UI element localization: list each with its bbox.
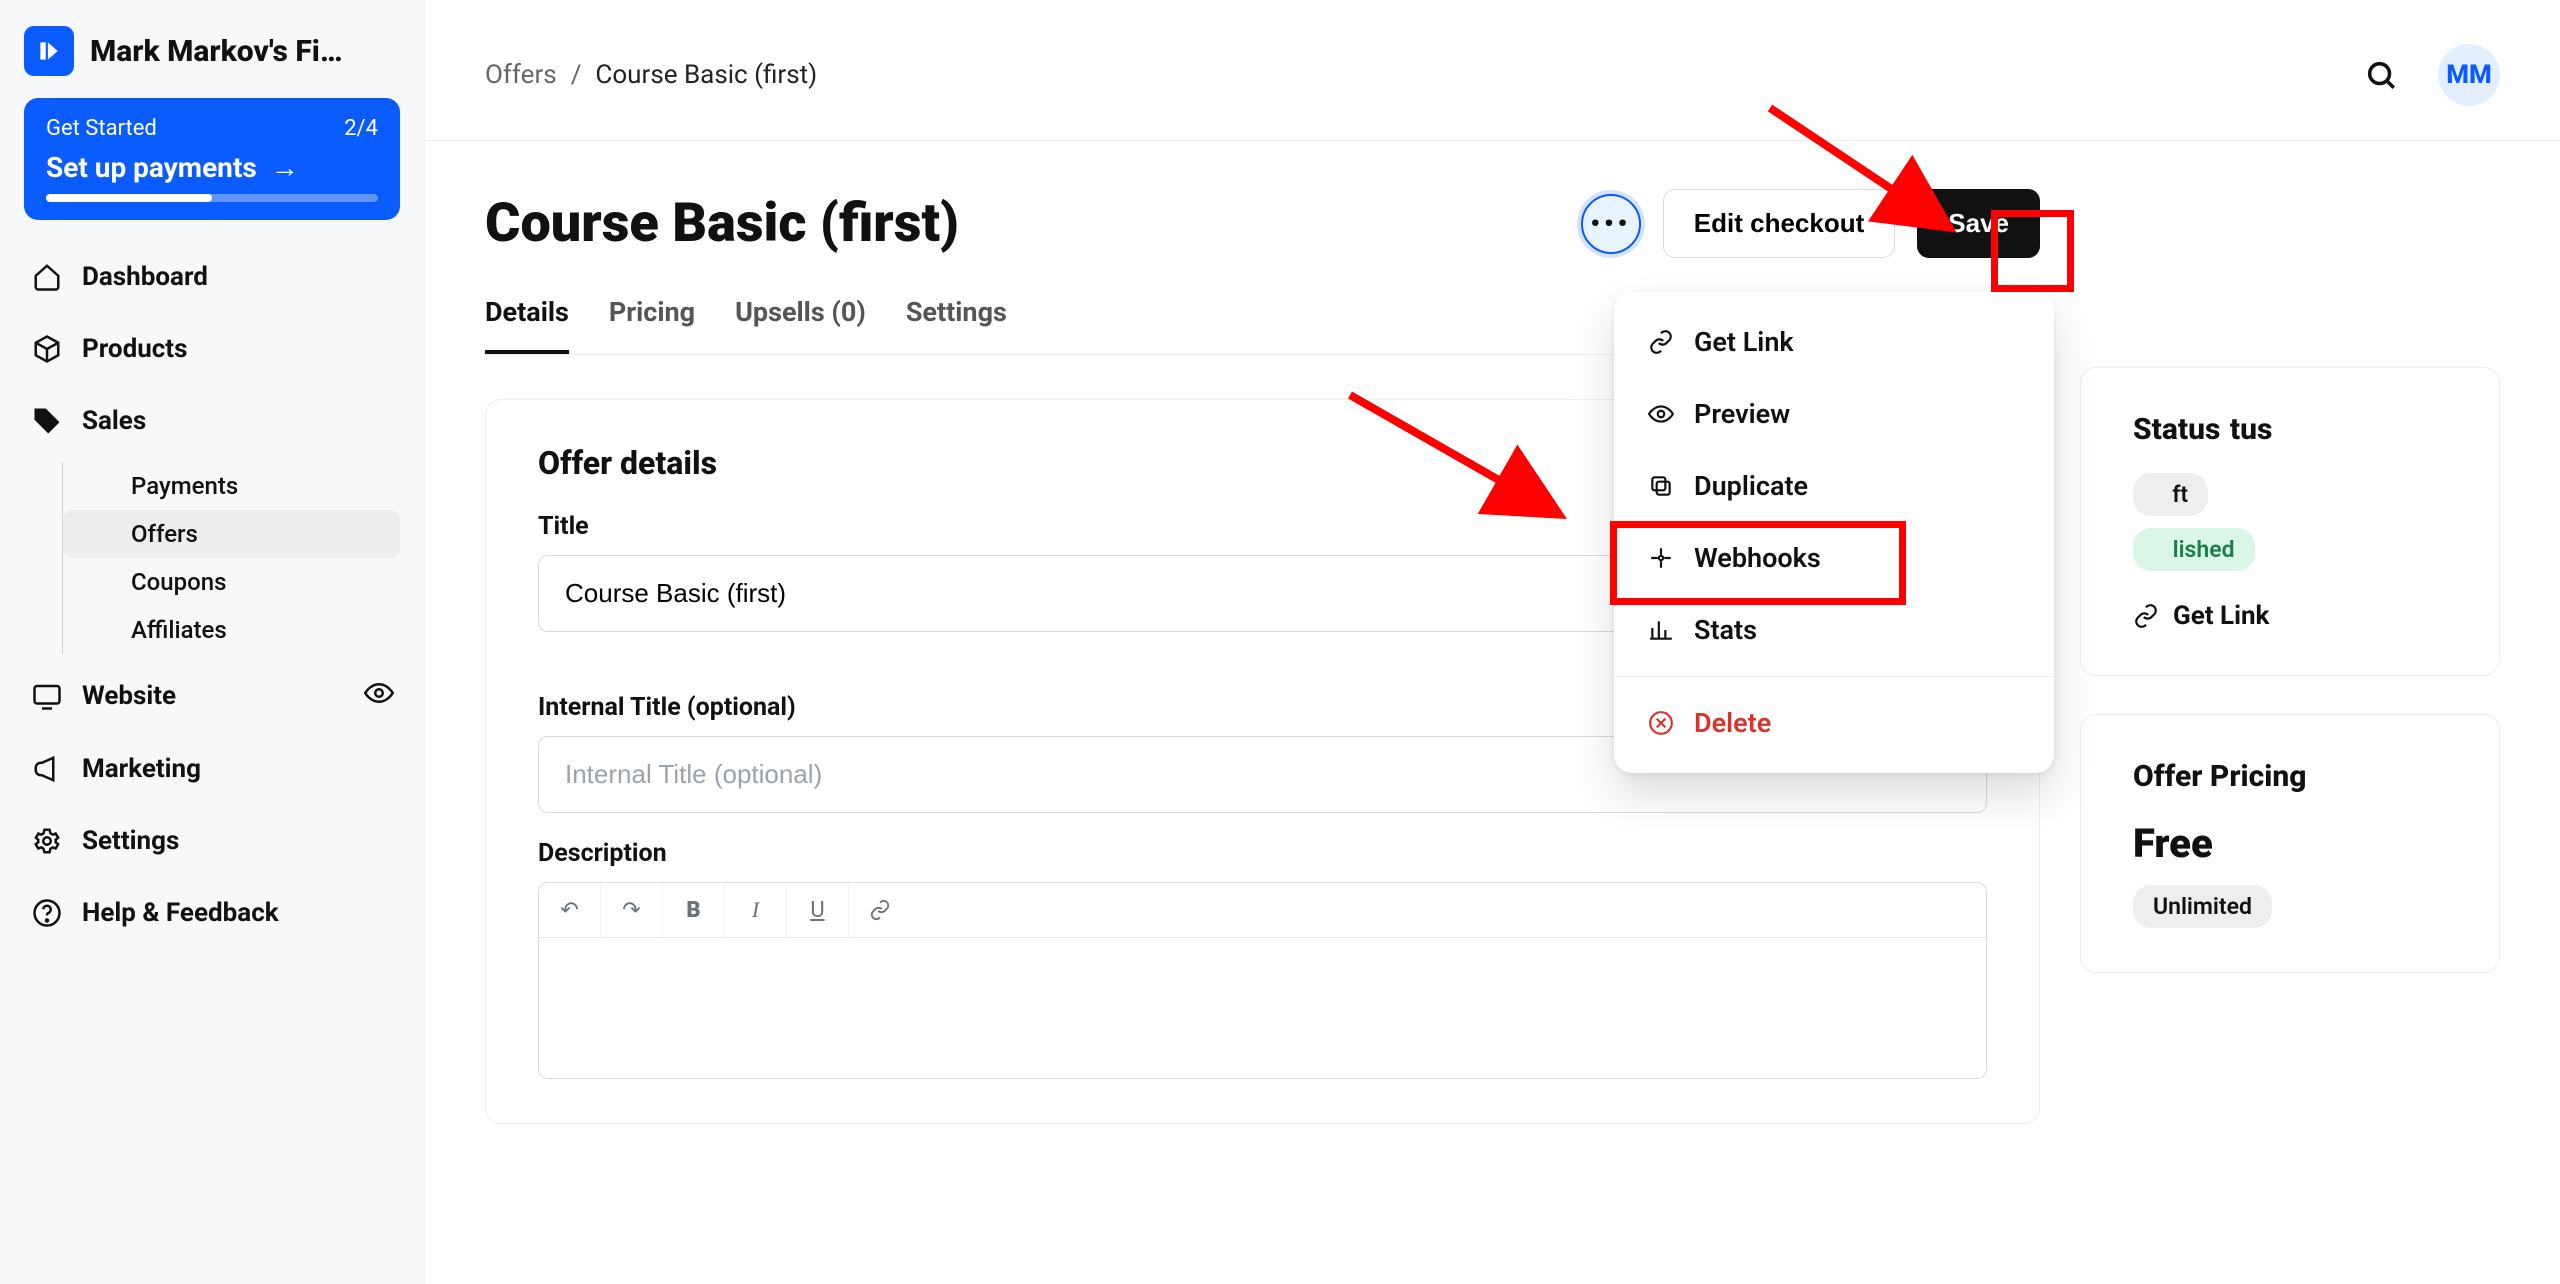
sidebar-item-website[interactable]: Website: [24, 664, 400, 728]
eye-icon: [1648, 401, 1674, 427]
menu-item-label: Webhooks: [1694, 542, 1821, 574]
onboarding-label: Get Started: [46, 116, 157, 141]
main: Offers / Course Basic (first) MM Course …: [425, 0, 2560, 1284]
tab-details[interactable]: Details: [485, 282, 569, 354]
ellipsis-icon: •••: [1590, 209, 1631, 239]
sidebar-item-marketing[interactable]: Marketing: [24, 738, 400, 800]
description-label: Description: [538, 839, 1987, 868]
description-editor: ↶ ↷ B I U: [538, 882, 1987, 1079]
tab-settings[interactable]: Settings: [906, 282, 1007, 354]
status-title: StaStatustus: [2133, 412, 2447, 447]
cube-icon: [30, 332, 64, 366]
tab-pricing[interactable]: Pricing: [609, 282, 695, 354]
menu-item-label: Delete: [1694, 707, 1771, 739]
search-button[interactable]: [2360, 54, 2402, 96]
sidebar-item-sales[interactable]: Sales: [24, 390, 400, 452]
stats-icon: [1648, 617, 1674, 643]
italic-button[interactable]: I: [725, 883, 787, 937]
sidebar-item-label: Sales: [82, 406, 146, 436]
sidebar-item-coupons[interactable]: Coupons: [63, 558, 400, 606]
delete-icon: [1648, 710, 1674, 736]
onboarding-step-title: Set up payments: [46, 151, 257, 184]
sidebar-item-products[interactable]: Products: [24, 318, 400, 380]
bold-button[interactable]: B: [663, 883, 725, 937]
webhook-icon: [1648, 545, 1674, 571]
menu-webhooks[interactable]: Webhooks: [1614, 522, 2054, 594]
workspace-name: Mark Markov's Fi…: [90, 34, 390, 69]
pricing-title: Offer Pricing: [2133, 759, 2447, 794]
menu-item-label: Preview: [1694, 398, 1790, 430]
sidebar-item-label: Marketing: [82, 754, 201, 784]
redo-button[interactable]: ↷: [601, 883, 663, 937]
breadcrumb-root[interactable]: Offers: [485, 60, 557, 90]
page-title: Course Basic (first): [485, 192, 959, 255]
undo-button[interactable]: ↶: [539, 883, 601, 937]
more-actions-button[interactable]: •••: [1581, 194, 1641, 254]
status-published-pill[interactable]: Pulished: [2133, 528, 2255, 571]
menu-delete[interactable]: Delete: [1614, 687, 2054, 759]
pricing-card: Offer Pricing Free Unlimited: [2080, 714, 2500, 973]
description-textarea[interactable]: [539, 938, 1986, 1078]
underline-button[interactable]: U: [787, 883, 849, 937]
sidebar-item-label: Products: [82, 334, 187, 364]
get-link-label: Get Link: [2173, 601, 2269, 631]
annotation-arrow-2: [1350, 395, 1600, 559]
menu-duplicate[interactable]: Duplicate: [1614, 450, 2054, 522]
onboarding-card[interactable]: Get Started 2/4 Set up payments →: [24, 98, 400, 220]
more-actions-menu: Get Link Preview Duplicate Webhooks Stat…: [1614, 292, 2054, 773]
menu-preview[interactable]: Preview: [1614, 378, 2054, 450]
annotation-arrow-1: [1770, 108, 1990, 262]
sidebar: Mark Markov's Fi… Get Started 2/4 Set up…: [0, 0, 425, 1284]
menu-item-label: Stats: [1694, 614, 1757, 646]
monitor-icon: [30, 679, 64, 713]
onboarding-progress-bar: [46, 194, 378, 202]
brand[interactable]: Mark Markov's Fi…: [24, 26, 400, 76]
arrow-right-icon: →: [271, 151, 299, 184]
tag-icon: [30, 404, 64, 438]
onboarding-progress: 2/4: [344, 116, 378, 141]
sidebar-item-payments[interactable]: Payments: [63, 462, 400, 510]
status-draft-pill[interactable]: Draft: [2133, 473, 2208, 516]
sidebar-item-label: Settings: [82, 826, 179, 856]
breadcrumb-sep: /: [571, 60, 582, 90]
gear-icon: [30, 824, 64, 858]
pricing-unlimited-pill: Unlimited: [2133, 885, 2272, 928]
status-card: StaStatustus Draft Pulished Get Link: [2080, 367, 2500, 676]
sidebar-item-label: Offers: [131, 520, 198, 548]
sidebar-item-settings[interactable]: Settings: [24, 810, 400, 872]
megaphone-icon: [30, 752, 64, 786]
menu-item-label: Get Link: [1694, 326, 1794, 358]
sidebar-item-label: Website: [82, 681, 176, 711]
menu-get-link[interactable]: Get Link: [1614, 306, 2054, 378]
help-icon: [30, 896, 64, 930]
get-link-button[interactable]: Get Link: [2133, 601, 2447, 631]
tab-upsells[interactable]: Upsells (0): [735, 282, 866, 354]
sidebar-item-label: Affiliates: [131, 616, 227, 644]
breadcrumb-current: Course Basic (first): [595, 60, 817, 90]
sidebar-item-label: Coupons: [131, 568, 226, 596]
eye-icon[interactable]: [364, 678, 394, 714]
link-button[interactable]: [849, 883, 911, 937]
sidebar-item-offers[interactable]: Offers: [63, 510, 400, 558]
link-icon: [1648, 329, 1674, 355]
sidebar-item-label: Payments: [131, 472, 238, 500]
menu-stats[interactable]: Stats: [1614, 594, 2054, 666]
sidebar-item-label: Dashboard: [82, 262, 208, 292]
topbar: Offers / Course Basic (first) MM: [425, 0, 2560, 141]
app-logo: [24, 26, 74, 76]
sidebar-item-affiliates[interactable]: Affiliates: [63, 606, 400, 654]
duplicate-icon: [1648, 473, 1674, 499]
menu-item-label: Duplicate: [1694, 470, 1808, 502]
link-icon: [2133, 603, 2159, 629]
search-icon: [2364, 58, 2398, 92]
sidebar-item-help[interactable]: Help & Feedback: [24, 882, 400, 944]
breadcrumb: Offers / Course Basic (first): [485, 60, 817, 90]
sidebar-item-dashboard[interactable]: Dashboard: [24, 246, 400, 308]
sidebar-item-label: Help & Feedback: [82, 898, 279, 928]
avatar[interactable]: MM: [2438, 44, 2500, 106]
pricing-price: Free: [2133, 820, 2447, 867]
home-icon: [30, 260, 64, 294]
